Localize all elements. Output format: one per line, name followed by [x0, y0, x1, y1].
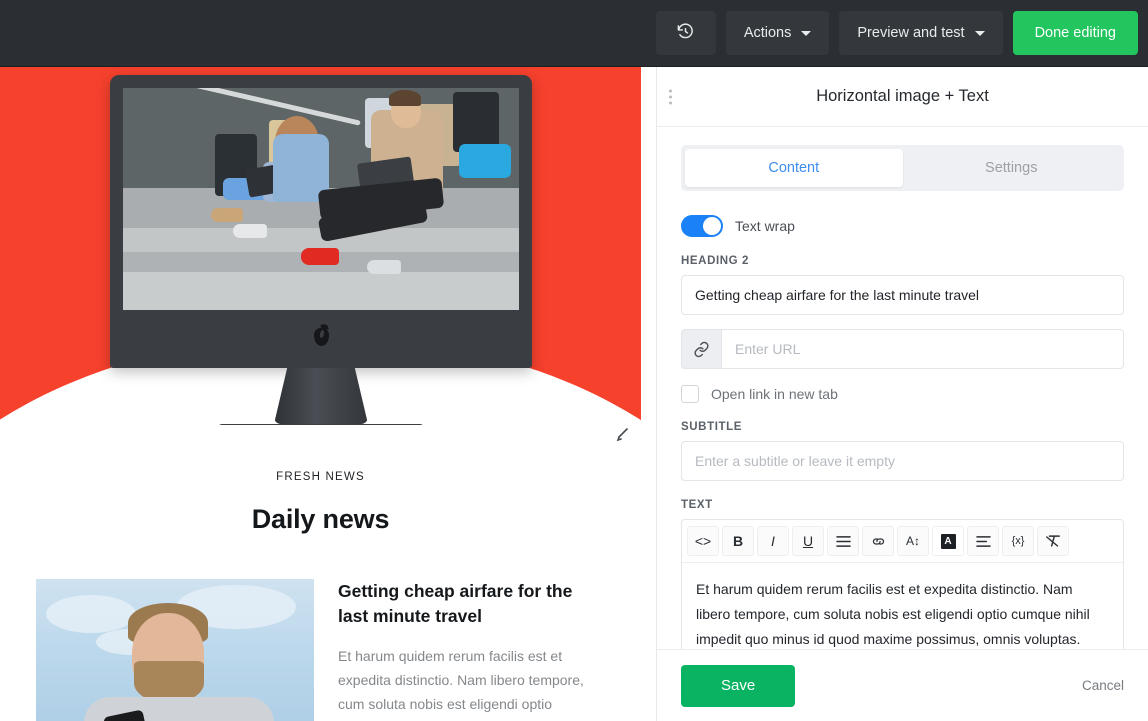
subtitle-input[interactable] — [681, 441, 1124, 481]
email-preview-canvas[interactable]: FRESH NEWS Daily news Getting cheap airf… — [0, 67, 641, 721]
done-editing-label: Done editing — [1034, 25, 1116, 41]
text-label: TEXT — [681, 499, 713, 511]
panel-tabs-wrap: Content Settings — [657, 127, 1148, 191]
url-input[interactable] — [721, 329, 1124, 369]
history-button[interactable] — [655, 11, 716, 55]
actions-button[interactable]: Actions — [725, 11, 830, 55]
hero-block[interactable] — [0, 67, 641, 425]
editor-toolbar: <> B I U A↕ A {x} — [682, 520, 1123, 563]
text-wrap-label: Text wrap — [735, 218, 795, 234]
font-size-icon[interactable]: A↕ — [897, 526, 929, 556]
heading2-label: HEADING 2 — [681, 255, 750, 267]
preview-label: Preview and test — [857, 25, 965, 41]
align-left-icon[interactable] — [967, 526, 999, 556]
panel-tabs: Content Settings — [681, 145, 1124, 191]
actions-label: Actions — [743, 25, 792, 41]
rich-text-editor: <> B I U A↕ A {x} Et harum quidem rerum … — [681, 519, 1124, 649]
preview-and-test-button[interactable]: Preview and test — [839, 11, 1003, 55]
article-heading: Getting cheap airfare for the last minut… — [338, 581, 573, 627]
panel-content: Text wrap HEADING 2 Open link in new tab… — [657, 191, 1148, 649]
underline-icon[interactable]: U — [792, 526, 824, 556]
italic-icon[interactable]: I — [757, 526, 789, 556]
tab-settings[interactable]: Settings — [903, 149, 1121, 187]
merge-tag-icon[interactable]: {x} — [1002, 526, 1034, 556]
open-new-tab-row: Open link in new tab — [681, 385, 1124, 403]
horizontal-image-text-block[interactable]: Getting cheap airfare for the last minut… — [0, 579, 641, 721]
three-dots-vertical-icon[interactable] — [669, 89, 672, 104]
text-wrap-toggle[interactable] — [681, 215, 723, 237]
block-settings-panel: Horizontal image + Text Content Settings… — [656, 67, 1148, 721]
preview-body: FRESH NEWS Daily news Getting cheap airf… — [0, 425, 641, 721]
toggle-knob — [703, 217, 721, 235]
panel-header: Horizontal image + Text — [657, 67, 1148, 127]
open-new-tab-checkbox[interactable] — [681, 385, 699, 403]
source-code-icon[interactable]: <> — [687, 526, 719, 556]
url-row — [681, 329, 1124, 369]
text-color-icon[interactable]: A — [932, 526, 964, 556]
top-toolbar: Actions Preview and test Done editing — [0, 0, 1148, 67]
panel-footer: Save Cancel — [657, 649, 1148, 721]
tab-content[interactable]: Content — [685, 149, 903, 187]
insert-link-icon[interactable] — [862, 526, 894, 556]
save-button[interactable]: Save — [681, 664, 796, 707]
article-image[interactable] — [36, 579, 314, 721]
open-new-tab-label: Open link in new tab — [711, 386, 838, 402]
email-builder-screen: Actions Preview and test Done editing FR… — [0, 0, 1148, 721]
article-body: Et harum quidem rerum facilis est et exp… — [338, 647, 584, 721]
panel-title: Horizontal image + Text — [816, 87, 989, 105]
clear-formatting-icon[interactable] — [1037, 526, 1069, 556]
text-editor-content[interactable]: Et harum quidem rerum facilis est et exp… — [682, 563, 1123, 649]
block-resize-handle[interactable] — [615, 427, 629, 442]
heading2-input[interactable] — [681, 275, 1124, 315]
chevron-down-icon — [801, 30, 812, 36]
cancel-button[interactable]: Cancel — [1082, 678, 1124, 693]
bullet-list-icon[interactable] — [827, 526, 859, 556]
apple-logo-icon — [313, 328, 329, 346]
imac-mockup-image — [110, 75, 532, 425]
text-wrap-row: Text wrap — [681, 215, 1124, 237]
link-icon — [681, 329, 721, 369]
done-editing-button[interactable]: Done editing — [1012, 11, 1138, 55]
history-revert-icon — [676, 22, 695, 45]
chevron-down-icon — [974, 30, 985, 36]
subtitle-label: SUBTITLE — [681, 421, 743, 433]
preview-kicker: FRESH NEWS — [276, 471, 365, 483]
bold-icon[interactable]: B — [722, 526, 754, 556]
preview-title: Daily news — [251, 504, 390, 534]
